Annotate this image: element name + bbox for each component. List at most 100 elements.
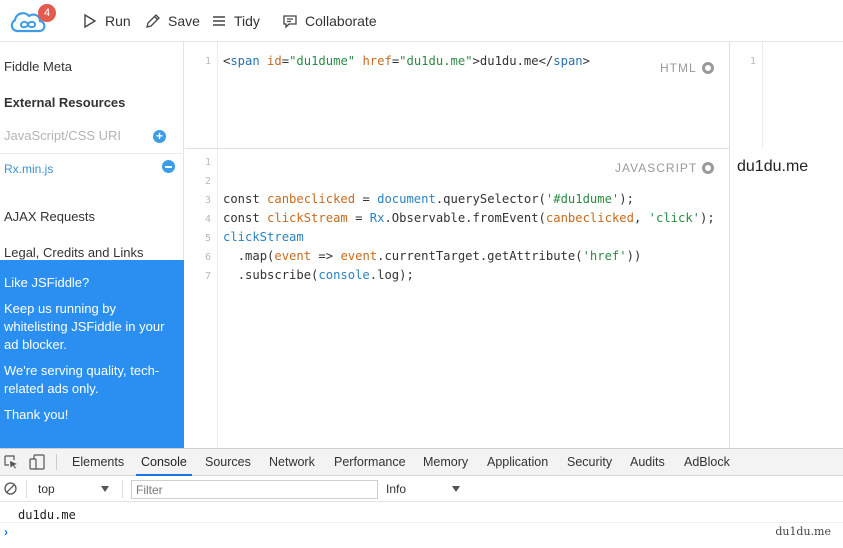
js-panel-label[interactable]: JAVASCRIPT bbox=[615, 161, 715, 175]
tidy-label: Tidy bbox=[234, 13, 260, 29]
code-token: Rx bbox=[369, 211, 385, 225]
divider bbox=[56, 454, 57, 470]
run-button[interactable]: Run bbox=[82, 11, 131, 31]
code-token: = bbox=[355, 211, 363, 225]
code-token: 'href' bbox=[582, 249, 627, 263]
context-select-value: top bbox=[38, 482, 55, 496]
chat-icon bbox=[283, 15, 297, 29]
js-editor-line[interactable]: clickStream bbox=[223, 230, 304, 244]
console-filter-input[interactable]: Filter bbox=[131, 480, 378, 499]
js-editor-line[interactable]: .map(event => event.currentTarget.getAtt… bbox=[223, 249, 642, 263]
html-gutter: 1 bbox=[185, 42, 218, 148]
line-number: 4 bbox=[204, 214, 211, 225]
code-token: ); bbox=[700, 211, 715, 225]
notification-badge: 4 bbox=[38, 4, 56, 22]
result-output[interactable]: du1du.me bbox=[737, 158, 808, 176]
line-number: 7 bbox=[204, 271, 211, 282]
run-label: Run bbox=[105, 13, 131, 29]
tidy-button[interactable]: Tidy bbox=[211, 11, 260, 31]
line-number: 3 bbox=[204, 195, 211, 206]
resource-url-input[interactable]: JavaScript/CSS URI bbox=[4, 128, 121, 143]
pencil-icon bbox=[146, 14, 160, 28]
tab-application[interactable]: Application bbox=[487, 455, 548, 469]
tab-sources[interactable]: Sources bbox=[205, 455, 251, 469]
promo-text: Keep us running by whitelisting JSFiddle… bbox=[4, 301, 165, 352]
chevron-down-icon bbox=[452, 486, 460, 492]
code-token: .subscribe( bbox=[237, 268, 319, 282]
device-icon[interactable] bbox=[29, 454, 45, 470]
code-token: href bbox=[362, 54, 392, 68]
code-token: const bbox=[223, 211, 260, 225]
gear-icon[interactable] bbox=[701, 62, 714, 74]
sidebar-item-legal[interactable]: Legal, Credits and Links bbox=[4, 245, 143, 260]
code-token: clickStream bbox=[267, 211, 348, 225]
line-number: 2 bbox=[204, 176, 211, 187]
panel-label-text: HTML bbox=[660, 61, 697, 75]
code-token: "du1dume" bbox=[289, 54, 356, 68]
devtools-tabbar: Elements Console Sources Network Perform… bbox=[0, 448, 843, 476]
log-level-value: Info bbox=[386, 482, 407, 496]
minus-circle-icon[interactable] bbox=[162, 160, 175, 173]
sidebar-item-fiddle-meta[interactable]: Fiddle Meta bbox=[4, 59, 72, 74]
tab-network[interactable]: Network bbox=[269, 455, 315, 469]
resource-link-rx[interactable]: Rx.min.js bbox=[4, 162, 53, 176]
editor-splitter[interactable] bbox=[185, 148, 730, 149]
tab-memory[interactable]: Memory bbox=[423, 455, 468, 469]
code-token: .currentTarget.getAttribute( bbox=[377, 249, 583, 263]
line-number: 1 bbox=[204, 157, 211, 168]
save-button[interactable]: Save bbox=[145, 11, 200, 31]
code-token: , bbox=[633, 211, 642, 225]
html-editor-line[interactable]: <span id="du1dume" href="du1du.me">du1du… bbox=[223, 54, 590, 68]
log-level-select[interactable]: Info bbox=[386, 480, 466, 498]
line-number: 6 bbox=[204, 252, 211, 263]
line-number: 1 bbox=[749, 56, 756, 67]
html-panel-label[interactable]: HTML bbox=[660, 61, 714, 75]
code-token: 'click' bbox=[648, 211, 701, 225]
console-filter-bar: top Filter Info bbox=[0, 476, 843, 502]
js-editor-line[interactable]: const canbeclicked = document.querySelec… bbox=[223, 192, 634, 206]
code-token: .querySelector( bbox=[435, 192, 546, 206]
sidebar-item-ajax-requests[interactable]: AJAX Requests bbox=[4, 209, 95, 224]
tab-performance[interactable]: Performance bbox=[334, 455, 406, 469]
code-token: .Observable.fromEvent( bbox=[384, 211, 546, 225]
jsfiddle-logo[interactable]: 4 bbox=[8, 4, 56, 36]
code-token: event bbox=[274, 249, 312, 263]
tab-security[interactable]: Security bbox=[567, 455, 612, 469]
js-editor-line[interactable]: const clickStream = Rx.Observable.fromEv… bbox=[223, 211, 715, 225]
code-token: '#du1dume' bbox=[545, 192, 620, 206]
inspect-icon[interactable] bbox=[4, 455, 18, 469]
plus-circle-icon[interactable]: + bbox=[153, 130, 166, 143]
code-token: = bbox=[281, 54, 290, 68]
gear-icon[interactable] bbox=[702, 162, 715, 174]
context-select[interactable]: top bbox=[38, 480, 118, 498]
console-prompt-icon[interactable]: › bbox=[4, 525, 8, 539]
code-token: span bbox=[230, 54, 260, 68]
code-token: )) bbox=[626, 249, 642, 263]
tab-audits[interactable]: Audits bbox=[630, 455, 665, 469]
tab-console[interactable]: Console bbox=[141, 455, 187, 469]
divider bbox=[122, 480, 123, 498]
tab-adblock[interactable]: AdBlock bbox=[684, 455, 730, 469]
clear-console-icon[interactable] bbox=[4, 482, 17, 495]
panel-label-text: JAVASCRIPT bbox=[615, 161, 698, 175]
code-token: console bbox=[318, 268, 370, 282]
tab-elements[interactable]: Elements bbox=[72, 455, 124, 469]
sidebar-item-external-resources[interactable]: External Resources bbox=[4, 95, 125, 110]
code-token: event bbox=[340, 249, 378, 263]
code-token: > bbox=[582, 54, 590, 68]
code-token: canbeclicked bbox=[267, 192, 356, 206]
collaborate-button[interactable]: Collaborate bbox=[282, 11, 377, 31]
tidy-lines-icon bbox=[213, 16, 225, 26]
code-token: .map( bbox=[237, 249, 275, 263]
divider bbox=[0, 522, 843, 523]
line-number: 5 bbox=[204, 233, 211, 244]
code-token: const bbox=[223, 192, 260, 206]
code-token: .log); bbox=[369, 268, 414, 282]
code-token: du1du.me bbox=[479, 54, 539, 68]
divider bbox=[0, 153, 184, 154]
code-token: </ bbox=[538, 54, 554, 68]
promo-text: We're serving quality, tech-related ads … bbox=[4, 363, 160, 396]
console-source-link[interactable]: du1du.me bbox=[775, 525, 831, 538]
js-editor-line[interactable]: .subscribe(console.log); bbox=[223, 268, 414, 282]
console-message: du1du.me bbox=[18, 508, 76, 522]
